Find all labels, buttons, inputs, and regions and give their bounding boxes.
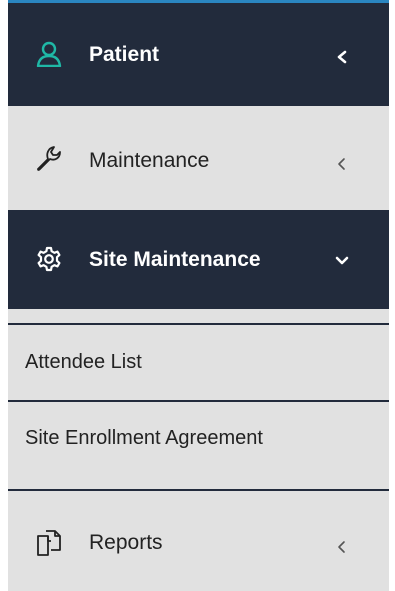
sidebar-item-label: Reports — [89, 531, 163, 554]
sidebar-item-site-maintenance[interactable]: Site Maintenance — [8, 210, 389, 309]
submenu-item-label: Attendee List — [25, 351, 142, 373]
submenu-item-label: Site Enrollment Agreement — [25, 427, 263, 449]
sidebar-item-label: Patient — [89, 43, 160, 66]
sidebar-item-reports[interactable]: Reports — [8, 491, 389, 591]
sidebar-menu: Patient Maintenance Site Maintenance Att… — [8, 0, 389, 591]
gear-icon — [35, 245, 63, 273]
chevron-left-icon[interactable] — [332, 537, 352, 557]
user-icon — [35, 40, 63, 68]
sidebar-item-maintenance[interactable]: Maintenance — [8, 106, 389, 210]
chevron-down-icon[interactable] — [332, 251, 352, 271]
chevron-left-icon[interactable] — [332, 154, 352, 174]
chevron-left-icon[interactable] — [332, 47, 352, 67]
submenu-item-site-enrollment-agreement[interactable]: Site Enrollment Agreement — [8, 402, 389, 489]
wrench-icon — [35, 144, 63, 172]
sidebar-item-patient[interactable]: Patient — [8, 3, 389, 106]
document-icon — [35, 529, 63, 557]
sidebar-item-label: Maintenance — [89, 149, 210, 172]
sidebar-item-label: Site Maintenance — [89, 248, 261, 271]
submenu-item-attendee-list[interactable]: Attendee List — [8, 325, 389, 400]
